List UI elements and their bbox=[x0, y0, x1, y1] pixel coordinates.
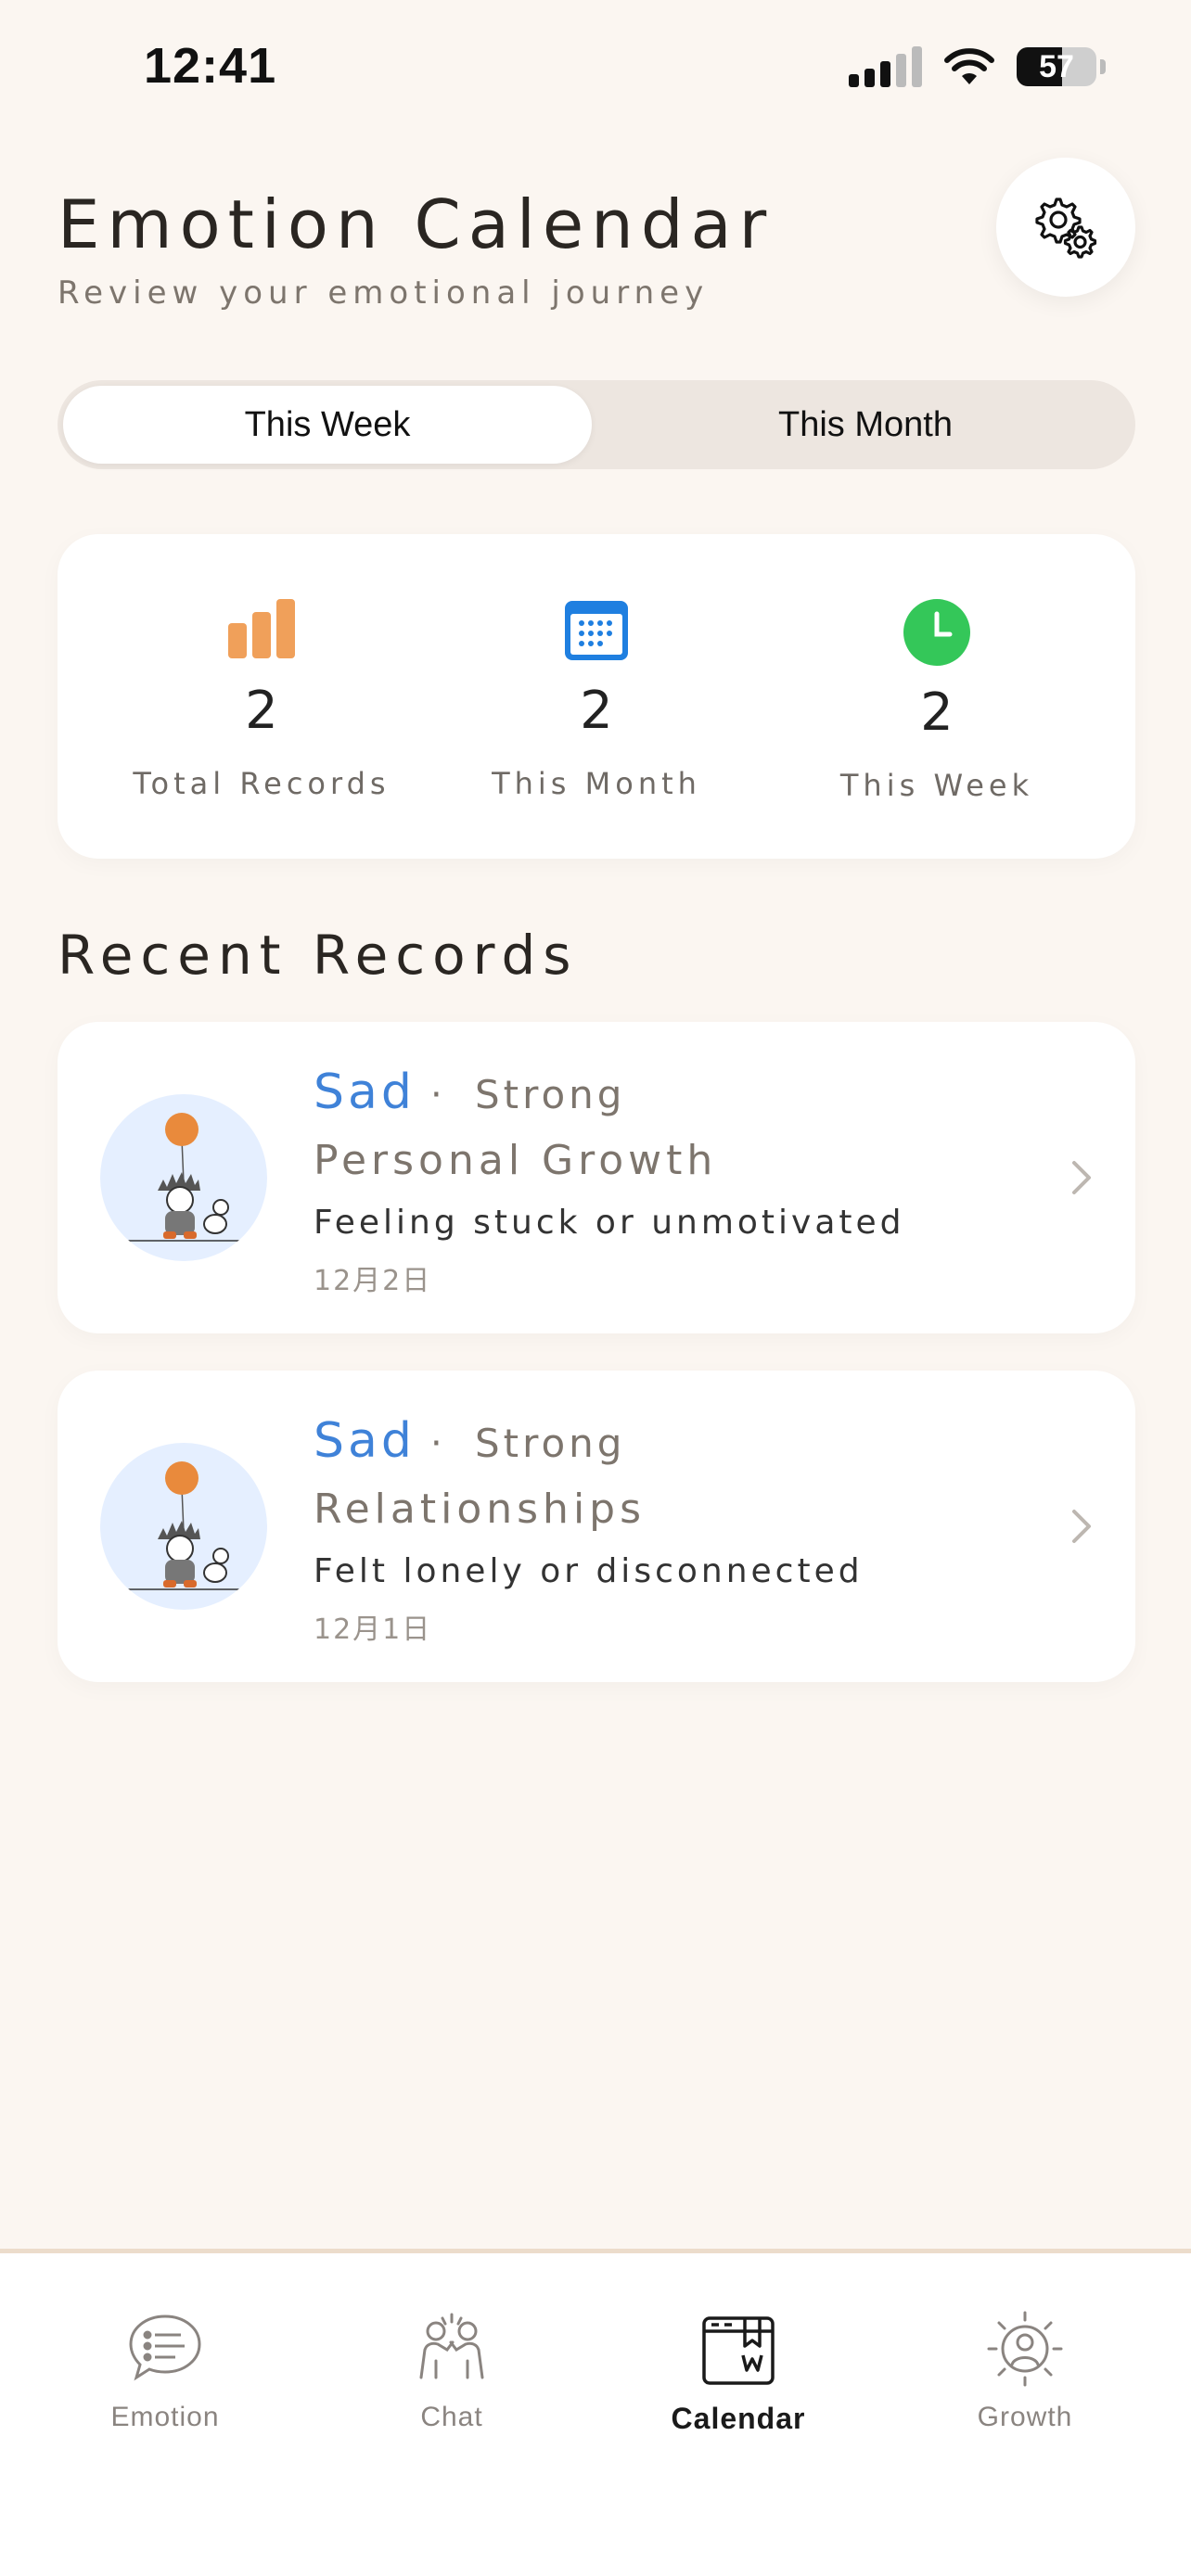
emotion-avatar bbox=[100, 1094, 267, 1261]
stat-this-week: 2 This Week bbox=[779, 536, 1095, 861]
stat-label: Total Records bbox=[133, 766, 391, 801]
record-intensity: Strong bbox=[475, 1421, 626, 1466]
chevron-right-icon bbox=[1072, 1161, 1091, 1194]
stat-label: This Month bbox=[492, 766, 701, 801]
character-illustration-icon bbox=[119, 1461, 249, 1590]
chat-bubble-icon bbox=[129, 2315, 201, 2381]
clock-icon bbox=[903, 599, 970, 666]
tab-label: Chat bbox=[420, 2402, 483, 2432]
stat-value: 2 bbox=[580, 681, 613, 741]
stat-value: 2 bbox=[245, 681, 278, 741]
journal-icon bbox=[702, 2316, 775, 2385]
emotion-avatar bbox=[100, 1443, 267, 1610]
emotion-calendar-screen: 12:41 57 Emotion Calendar Review your em… bbox=[0, 0, 1191, 2576]
battery-cap bbox=[1100, 59, 1106, 74]
battery-icon: 57 bbox=[1017, 47, 1096, 86]
battery-level: 57 bbox=[1039, 49, 1074, 84]
bar-chart-icon bbox=[228, 599, 295, 658]
tab-label: Emotion bbox=[110, 2402, 220, 2432]
settings-button[interactable] bbox=[996, 158, 1135, 297]
people-icon bbox=[419, 2313, 484, 2379]
page-subtitle: Review your emotional journey bbox=[58, 274, 710, 312]
wifi-icon bbox=[944, 48, 994, 84]
record-card[interactable]: Sad · Strong Relationships Felt lonely o… bbox=[58, 1371, 1135, 1682]
tab-growth[interactable]: Growth bbox=[932, 2309, 1118, 2457]
record-category: Relationships bbox=[314, 1486, 647, 1533]
tab-emotion[interactable]: Emotion bbox=[72, 2309, 258, 2457]
record-emotion: Sad bbox=[314, 1413, 416, 1469]
tab-label: Calendar bbox=[671, 2402, 806, 2435]
record-card[interactable]: Sad · Strong Personal Growth Feeling stu… bbox=[58, 1022, 1135, 1333]
tab-chat[interactable]: Chat bbox=[359, 2309, 544, 2457]
calendar-icon bbox=[565, 601, 628, 660]
segment-this-week[interactable]: This Week bbox=[63, 386, 592, 464]
stat-total-records: 2 Total Records bbox=[104, 534, 419, 859]
recent-records-title: Recent Records bbox=[58, 924, 579, 987]
stat-value: 2 bbox=[920, 682, 954, 743]
record-note: Felt lonely or disconnected bbox=[314, 1552, 864, 1590]
record-category: Personal Growth bbox=[314, 1137, 718, 1184]
record-intensity: Strong bbox=[475, 1072, 626, 1117]
stat-this-month: 2 This Month bbox=[439, 534, 754, 859]
record-separator: · bbox=[430, 1422, 442, 1465]
record-separator: · bbox=[430, 1074, 442, 1116]
cellular-signal-icon bbox=[849, 46, 922, 87]
chevron-right-icon bbox=[1072, 1510, 1091, 1543]
sun-person-icon bbox=[987, 2311, 1063, 2387]
record-note: Feeling stuck or unmotivated bbox=[314, 1204, 905, 1242]
gears-icon bbox=[1035, 198, 1097, 259]
bottom-tab-bar: Emotion Chat Calendar Growth bbox=[0, 2249, 1191, 2576]
record-date: 12月2日 bbox=[314, 1265, 432, 1297]
period-segmented-control: This Week This Month bbox=[58, 380, 1135, 469]
status-icons: 57 bbox=[849, 46, 1106, 87]
segment-this-month[interactable]: This Month bbox=[601, 386, 1130, 464]
tab-calendar[interactable]: Calendar bbox=[646, 2309, 831, 2457]
stat-label: This Week bbox=[839, 768, 1034, 803]
stats-card: 2 Total Records 2 This Month 2 This Week bbox=[58, 534, 1135, 859]
record-date: 12月1日 bbox=[314, 1613, 432, 1646]
page-title: Emotion Calendar bbox=[58, 185, 775, 263]
record-emotion: Sad bbox=[314, 1065, 416, 1120]
character-illustration-icon bbox=[119, 1113, 249, 1242]
status-bar: 12:41 57 bbox=[0, 0, 1191, 139]
tab-label: Growth bbox=[977, 2402, 1073, 2432]
status-time: 12:41 bbox=[144, 38, 277, 94]
